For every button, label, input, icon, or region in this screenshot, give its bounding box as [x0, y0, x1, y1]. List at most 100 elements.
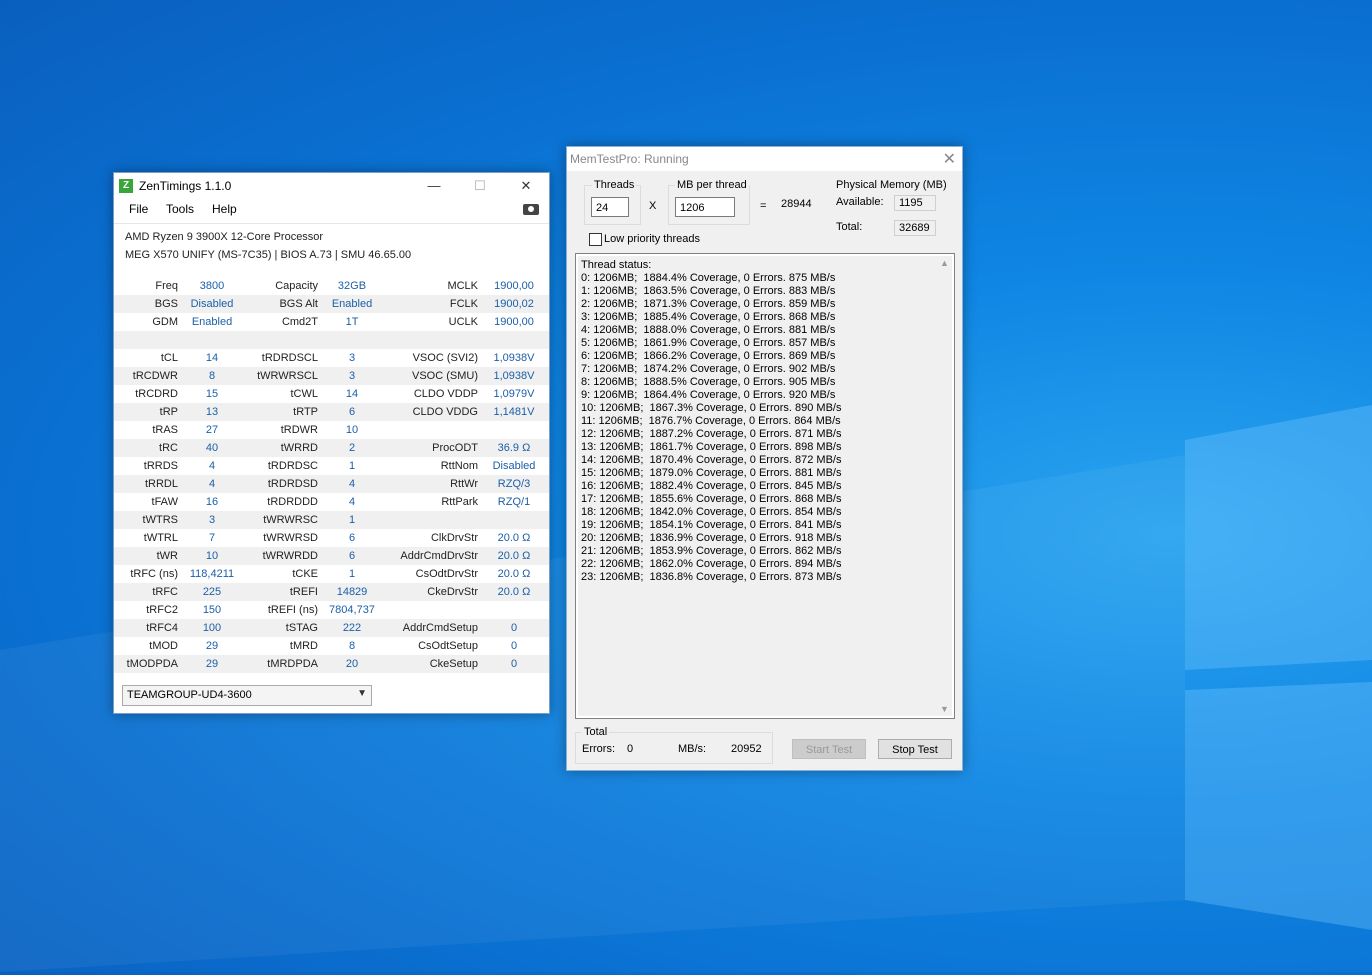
memory-module-value: TEAMGROUP-UD4-3600 — [127, 689, 252, 701]
timing-label: tWRWRDD — [262, 550, 318, 562]
timing-row: GDM Enabled Cmd2T 1T UCLK 1900,00 — [114, 313, 549, 331]
timing-value: 14 — [205, 352, 219, 364]
timing-value: 150 — [202, 604, 222, 616]
timing-label: tRRDS — [143, 460, 178, 472]
status-header: Thread status: — [581, 259, 652, 271]
memory-module-select[interactable]: TEAMGROUP-UD4-3600 ▼ — [122, 685, 372, 706]
menu-help[interactable]: Help — [212, 202, 237, 216]
timing-value: 7 — [208, 532, 216, 544]
timing-row: Freq 3800 Capacity 32GB MCLK 1900,00 — [114, 277, 549, 295]
threads-group: Threads 24 — [584, 179, 641, 225]
mb-per-thread-input[interactable]: 1206 — [675, 197, 735, 217]
thread-status-text: Thread status: 0: 1206MB; 1884.4% Coverag… — [578, 256, 938, 716]
zentimings-app-icon: Z — [119, 179, 133, 193]
timing-label: tWRWRSCL — [257, 370, 318, 382]
timing-value: 4 — [208, 478, 216, 490]
start-test-button[interactable]: Start Test — [792, 739, 866, 759]
timing-value: 8 — [208, 370, 216, 382]
timing-row: tWTRS 3 tWRWRSC 1 — [114, 511, 549, 529]
timing-label: tREFI (ns) — [267, 604, 318, 616]
timing-value: 0 — [510, 622, 518, 634]
screenshot-camera-icon[interactable] — [523, 204, 539, 215]
timing-value: 1,0979V — [493, 388, 535, 400]
timing-value: 8 — [348, 640, 356, 652]
timings-table: Freq 3800 Capacity 32GB MCLK 1900,00 BGS Disabl… — [114, 277, 549, 673]
timing-value: 20.0 Ω — [497, 532, 531, 544]
timing-label: tRFC4 — [146, 622, 178, 634]
timing-value: 14 — [345, 388, 359, 400]
timing-value: 20.0 Ω — [497, 550, 531, 562]
timing-row: tCL 14 tRDRDSCL 3 VSOC (SVI2) 1,0938V — [114, 349, 549, 367]
status-scrollbar[interactable]: ▲ ▼ — [938, 256, 952, 716]
zentimings-titlebar[interactable]: Z ZenTimings 1.1.0 — ☐ ✕ — [114, 173, 549, 199]
timing-value: 6 — [348, 532, 356, 544]
timing-value: 10 — [345, 424, 359, 436]
timing-label: tRTP — [293, 406, 318, 418]
timing-value: Enabled — [331, 298, 373, 310]
menu-file[interactable]: File — [129, 202, 148, 216]
timing-value: 6 — [348, 406, 356, 418]
scroll-down-icon[interactable]: ▼ — [940, 704, 949, 714]
thread-status-line: 20: 1206MB; 1836.9% Coverage, 0 Errors. … — [581, 532, 842, 544]
timing-label: tRAS — [152, 424, 178, 436]
thread-status-box[interactable]: Thread status: 0: 1206MB; 1884.4% Coverag… — [575, 253, 955, 719]
stop-test-button[interactable]: Stop Test — [878, 739, 952, 759]
timing-label: tREFI — [289, 586, 318, 598]
memtest-titlebar[interactable]: MemTestPro: Running ✕ — [567, 147, 962, 171]
timing-row: tRCDRD 15 tCWL 14 CLDO VDDP 1,0979V — [114, 385, 549, 403]
timing-label: MCLK — [447, 280, 478, 292]
memtest-window: MemTestPro: Running ✕ Threads 24 X MB pe… — [566, 146, 963, 771]
timing-value: 13 — [205, 406, 219, 418]
timing-row: tRRDL 4 tRDRDSD 4 RttWr RZQ/3 — [114, 475, 549, 493]
timing-row: tMODPDA 29 tMRDPDA 20 CkeSetup 0 — [114, 655, 549, 673]
mb-per-thread-group: MB per thread 1206 — [668, 179, 750, 225]
timing-value: 1 — [348, 514, 356, 526]
timing-value: 7804,737 — [329, 604, 375, 616]
timing-row: tMOD 29 tMRD 8 CsOdtSetup 0 — [114, 637, 549, 655]
thread-status-line: 21: 1206MB; 1853.9% Coverage, 0 Errors. … — [581, 545, 842, 557]
timing-label: RttWr — [450, 478, 478, 490]
low-priority-checkbox[interactable] — [589, 233, 602, 246]
timing-label: tRDRDSD — [267, 478, 318, 490]
timing-value: 222 — [342, 622, 362, 634]
maximize-button[interactable]: ☐ — [457, 173, 503, 199]
timing-label: tCKE — [292, 568, 318, 580]
close-icon[interactable]: ✕ — [943, 149, 956, 169]
timing-label: tWRWRSC — [263, 514, 318, 526]
timing-label: tWRRD — [280, 442, 318, 454]
thread-status-line: 14: 1206MB; 1870.4% Coverage, 0 Errors. … — [581, 454, 842, 466]
mb-per-thread-label: MB per thread — [675, 179, 749, 191]
menu-tools[interactable]: Tools — [166, 202, 194, 216]
timing-value: 4 — [208, 460, 216, 472]
available-label: Available: — [836, 196, 884, 208]
timing-value: 100 — [202, 622, 222, 634]
timing-row: tRP 13 tRTP 6 CLDO VDDG 1,1481V — [114, 403, 549, 421]
timing-label: VSOC (SVI2) — [412, 352, 478, 364]
timing-label: tSTAG — [285, 622, 318, 634]
timing-value: 20 — [345, 658, 359, 670]
timing-label: CkeDrvStr — [427, 586, 478, 598]
thread-status-line: 13: 1206MB; 1861.7% Coverage, 0 Errors. … — [581, 441, 842, 453]
low-priority-label: Low priority threads — [604, 233, 700, 245]
physical-memory-group: Physical Memory (MB) Available: 1195 Tot… — [826, 179, 950, 241]
timing-value: Enabled — [191, 316, 233, 328]
thread-status-line: 0: 1206MB; 1884.4% Coverage, 0 Errors. 8… — [581, 272, 836, 284]
timing-value: RZQ/3 — [497, 478, 531, 490]
scroll-up-icon[interactable]: ▲ — [940, 258, 949, 268]
timing-label: tRDWR — [280, 424, 318, 436]
timing-value: 27 — [205, 424, 219, 436]
timing-row: tRFC 225 tREFI 14829 CkeDrvStr 20.0 Ω — [114, 583, 549, 601]
timing-label: CsOdtSetup — [418, 640, 478, 652]
thread-status-line: 16: 1206MB; 1882.4% Coverage, 0 Errors. … — [581, 480, 842, 492]
minimize-button[interactable]: — — [411, 173, 457, 199]
timing-value: 20.0 Ω — [497, 568, 531, 580]
close-button[interactable]: ✕ — [503, 173, 549, 199]
timing-value: 4 — [348, 478, 356, 490]
timing-label: tMRDPDA — [267, 658, 318, 670]
threads-input[interactable]: 24 — [591, 197, 629, 217]
timing-label: tFAW — [151, 496, 178, 508]
thread-status-line: 11: 1206MB; 1876.7% Coverage, 0 Errors. … — [581, 415, 841, 427]
chevron-down-icon: ▼ — [357, 688, 367, 699]
timing-label: tRFC (ns) — [130, 568, 178, 580]
timing-value: 10 — [205, 550, 219, 562]
